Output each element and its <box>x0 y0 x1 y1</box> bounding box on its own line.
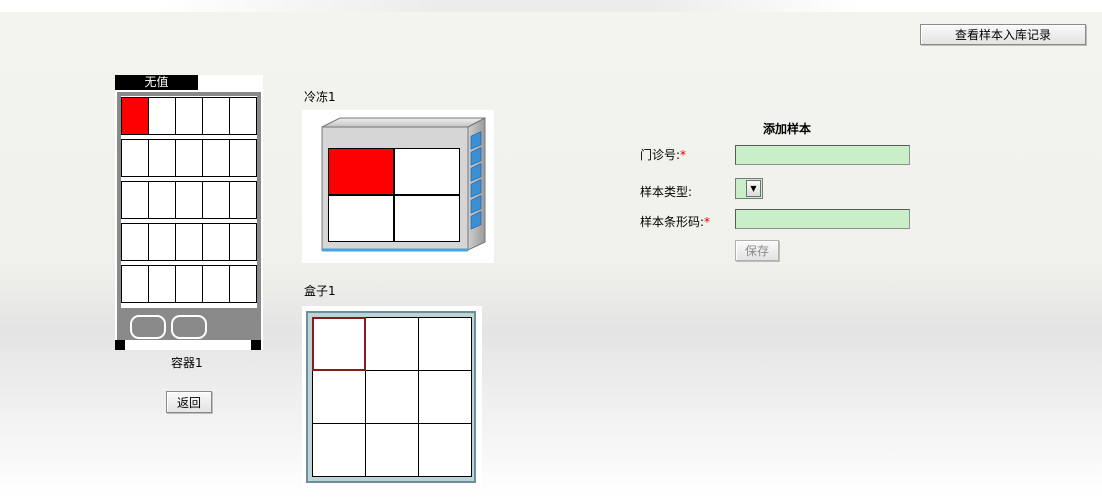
freezer-compartment[interactable] <box>394 148 460 195</box>
box-position[interactable] <box>418 423 472 477</box>
container-name: 容器1 <box>171 356 203 370</box>
container-slot[interactable] <box>202 265 230 303</box>
box-position[interactable] <box>312 370 366 424</box>
box-position[interactable] <box>312 317 366 371</box>
container-slot[interactable] <box>148 223 176 261</box>
box-name: 盒子1 <box>304 284 336 298</box>
save-button[interactable]: 保存 <box>735 240 779 261</box>
container-slot[interactable] <box>121 181 149 219</box>
barcode-label: 样本条形码:* <box>640 213 710 230</box>
container-slot[interactable] <box>148 265 176 303</box>
box-position[interactable] <box>365 423 419 477</box>
container-slot[interactable] <box>202 97 230 135</box>
outpatient-input[interactable] <box>735 145 910 165</box>
required-mark: * <box>704 215 711 229</box>
top-banner <box>0 0 1102 12</box>
container-title-spacer <box>198 75 263 90</box>
container-foot-left <box>115 340 125 350</box>
container-slot[interactable] <box>229 139 257 177</box>
top-banner-shade <box>160 0 860 12</box>
container-shelf-row <box>121 139 257 177</box>
container-slot[interactable] <box>121 265 149 303</box>
container-slot[interactable] <box>148 181 176 219</box>
container-base <box>115 340 263 350</box>
container-shelf-row <box>121 265 257 303</box>
chevron-down-icon[interactable]: ▼ <box>746 180 761 197</box>
container-slot[interactable] <box>175 139 203 177</box>
outpatient-label-text: 门诊号: <box>640 148 681 162</box>
container-foot-right <box>251 340 261 350</box>
box-position[interactable] <box>365 317 419 371</box>
container-slot[interactable] <box>202 223 230 261</box>
container-slot[interactable] <box>229 223 257 261</box>
box-position[interactable] <box>418 317 472 371</box>
container-slot[interactable] <box>175 265 203 303</box>
freezer-name: 冷冻1 <box>304 90 336 104</box>
container-slot[interactable] <box>229 181 257 219</box>
container-slot[interactable] <box>148 139 176 177</box>
container-slot[interactable] <box>148 97 176 135</box>
freezer-compartment[interactable] <box>394 195 460 242</box>
form-title: 添加样本 <box>763 122 812 136</box>
container-shelf-row <box>121 97 257 135</box>
container-slot[interactable] <box>229 97 257 135</box>
box-position[interactable] <box>365 370 419 424</box>
view-records-button[interactable]: 查看样本入库记录 <box>920 24 1086 45</box>
container-slot[interactable] <box>175 181 203 219</box>
container-slot[interactable] <box>121 97 149 135</box>
sample-type-select[interactable]: ▼ <box>735 178 763 199</box>
container-slot[interactable] <box>202 139 230 177</box>
container-wheel-icon <box>171 315 207 339</box>
container-slot[interactable] <box>175 97 203 135</box>
container-slot[interactable] <box>175 223 203 261</box>
container-status-label: 无值 <box>115 75 198 90</box>
freezer-compartment[interactable] <box>328 148 394 195</box>
box-position[interactable] <box>418 370 472 424</box>
box-position[interactable] <box>312 423 366 477</box>
container-shelf-row <box>121 181 257 219</box>
container-slot[interactable] <box>121 223 149 261</box>
sample-type-label: 样本类型: <box>640 185 693 199</box>
outpatient-label: 门诊号:* <box>640 146 686 163</box>
required-mark: * <box>680 148 687 162</box>
container-shelf-row <box>121 223 257 261</box>
barcode-input[interactable] <box>735 209 910 229</box>
container-slot[interactable] <box>202 181 230 219</box>
container-wheel-icon <box>130 315 166 339</box>
container-slot[interactable] <box>229 265 257 303</box>
back-button[interactable]: 返回 <box>166 391 212 413</box>
freezer-compartment[interactable] <box>328 195 394 242</box>
container-slot[interactable] <box>121 139 149 177</box>
barcode-label-text: 样本条形码: <box>640 215 705 229</box>
